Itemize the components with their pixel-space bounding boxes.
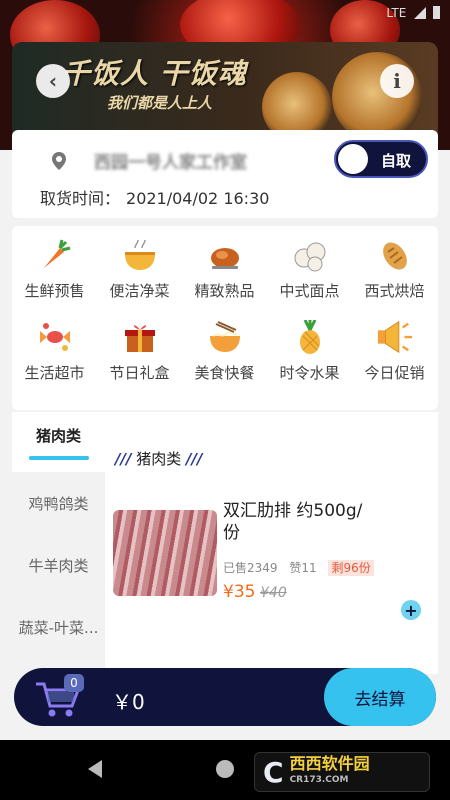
category-item[interactable]: 今日促销 [352,318,437,383]
banner-subtitle: 我们都是人上人 [107,94,213,112]
category-grid: 生鲜预售 便洁净菜 精致熟品 中式面点 西式烘焙 生活超市 节日礼盒 美食快餐 … [12,226,438,410]
carrot-icon [36,236,74,274]
original-price: ¥40 [260,585,287,601]
plus-icon: + [404,600,418,620]
status-bar: LTE [386,6,440,20]
candy-icon [36,318,74,356]
bread-icon [376,236,414,274]
pineapple-icon [291,318,329,356]
product-image[interactable] [113,510,217,596]
category-label: 今日促销 [364,364,425,382]
noodle-bowl-icon [206,318,244,356]
sidebar-item-label: 猪肉类 [35,426,81,445]
pickup-toggle[interactable]: 自取 [334,140,428,178]
category-label: 时令水果 [279,364,340,382]
watermark: C 西西软件园 CR173.COM [254,752,430,792]
cart-bar: 0 ￥0 去结算 [14,668,436,726]
product-list: /// 猪肉类 /// 双汇肋排 约500g/份 已售2349 赞11 剩96份… [105,412,438,674]
info-icon: i [393,69,401,93]
location-card: 西园一号人家工作室 自取 取货时间： 2021/04/02 16:30 [12,130,438,218]
like-count: 赞11 [289,561,317,575]
shop-name[interactable]: 西园一号人家工作室 [94,148,247,173]
add-to-cart-button[interactable]: + [401,600,421,620]
cart-total: ￥0 [112,690,145,714]
category-item[interactable]: 生鲜预售 [12,236,97,301]
product-meta: 已售2349 赞11 剩96份 [223,559,374,576]
toggle-knob [338,144,368,174]
pickup-toggle-label: 自取 [381,152,412,170]
sidebar-item-label: 鸡鸭鸽类 [28,494,89,513]
location-pin-icon [52,152,66,170]
product-name[interactable]: 双汇肋排 约500g/份 [223,500,363,544]
checkout-button[interactable]: 去结算 [324,668,436,726]
sidebar-item-poultry[interactable]: 鸡鸭鸽类 [12,472,105,534]
category-label: 生鲜预售 [24,282,85,300]
category-label: 美食快餐 [194,364,255,382]
category-item[interactable]: 西式烘焙 [352,236,437,301]
category-item[interactable]: 中式面点 [267,236,352,301]
chevron-left-icon: ‹ [48,69,58,93]
dish-image [332,52,422,142]
back-button[interactable]: ‹ [36,64,70,98]
sidebar-item-label: 牛羊肉类 [28,556,89,575]
category-item[interactable]: 节日礼盒 [97,318,182,383]
network-label: LTE [386,6,407,20]
cart-count-badge: 0 [64,674,84,692]
category-label: 节日礼盒 [109,364,170,382]
watermark-logo-icon: C [263,755,284,789]
gift-box-icon [121,318,159,356]
signal-icon [414,7,427,19]
slash-decoration: /// [186,450,203,468]
roast-chicken-icon [206,236,244,274]
pickup-time: 取货时间： 2021/04/02 16:30 [40,185,269,209]
sold-count: 已售2349 [223,561,278,575]
category-label: 生活超市 [24,364,85,382]
stock-badge: 剩96份 [328,560,374,576]
category-item[interactable]: 生活超市 [12,318,97,383]
battery-icon [433,6,440,19]
product-price: ¥35 [223,582,256,602]
category-item[interactable]: 精致熟品 [182,236,267,301]
watermark-url: CR173.COM [289,775,349,785]
active-indicator [28,455,89,460]
nav-home-icon[interactable] [216,760,234,778]
slash-decoration: /// [115,450,132,468]
category-label: 精致熟品 [194,282,255,300]
section-header: /// 猪肉类 /// [115,448,202,469]
category-sidebar: 猪肉类 鸡鸭鸽类 牛羊肉类 蔬菜-叶菜... [12,412,105,674]
bowl-icon [121,236,159,274]
section-title: 猪肉类 [136,450,182,468]
megaphone-icon [376,318,414,356]
category-label: 西式烘焙 [364,282,425,300]
category-item[interactable]: 时令水果 [267,318,352,383]
category-item[interactable]: 美食快餐 [182,318,267,383]
banner-slogan: 千饭人 干饭魂 [62,57,247,90]
category-item[interactable]: 便洁净菜 [97,236,182,301]
watermark-brand-text: 西西软件园 [289,754,370,773]
sidebar-item-label: 蔬菜-叶菜... [18,618,99,637]
sidebar-item-beef-lamb[interactable]: 牛羊肉类 [12,534,105,596]
sidebar-item-vegetables[interactable]: 蔬菜-叶菜... [12,596,105,658]
pickup-time-label: 取货时间： [40,189,121,208]
category-label: 便洁净菜 [109,282,170,300]
info-button[interactable]: i [380,64,414,98]
dumpling-icon [291,236,329,274]
sidebar-item-pork[interactable]: 猪肉类 [12,412,105,472]
nav-back-icon[interactable] [88,760,102,778]
watermark-brand: 西西软件园 CR173.COM [290,756,370,788]
pickup-time-value: 2021/04/02 16:30 [126,189,270,208]
category-label: 中式面点 [279,282,340,300]
